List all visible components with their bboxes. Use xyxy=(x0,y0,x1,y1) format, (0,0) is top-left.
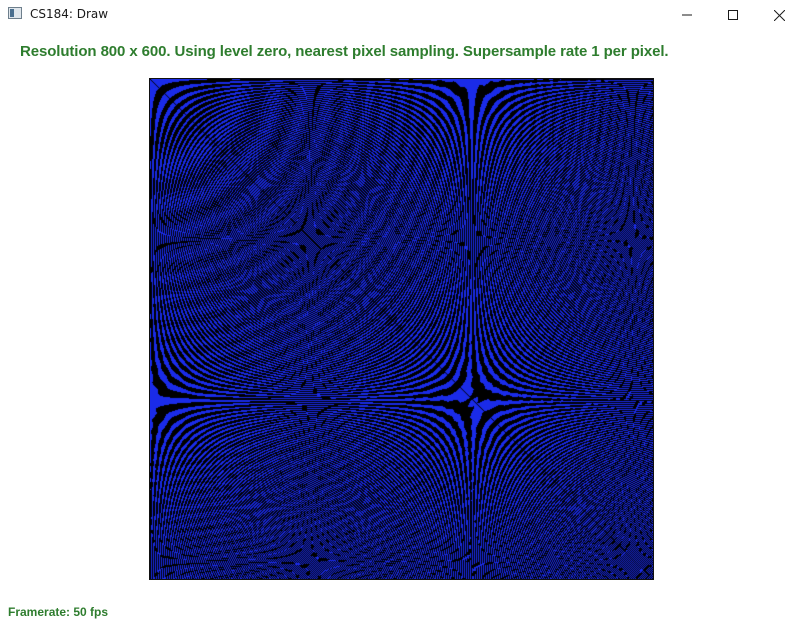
render-status-text: Resolution 800 x 600. Using level zero, … xyxy=(20,43,669,60)
close-button[interactable] xyxy=(756,0,802,30)
maximize-button[interactable] xyxy=(710,0,756,30)
app-window-icon xyxy=(8,7,22,19)
close-icon xyxy=(773,9,785,21)
window-title: CS184: Draw xyxy=(30,7,109,21)
app-window: CS184: Draw Resolution 800 x 600. Using … xyxy=(0,0,805,633)
maximize-icon xyxy=(728,10,738,20)
title-bar[interactable]: CS184: Draw xyxy=(0,0,805,30)
moire-pattern-canvas[interactable] xyxy=(150,79,653,579)
framerate-readout: Framerate: 50 fps xyxy=(8,605,109,619)
render-viewport[interactable] xyxy=(149,78,654,580)
minimize-icon xyxy=(682,14,692,16)
minimize-button[interactable] xyxy=(664,0,710,30)
